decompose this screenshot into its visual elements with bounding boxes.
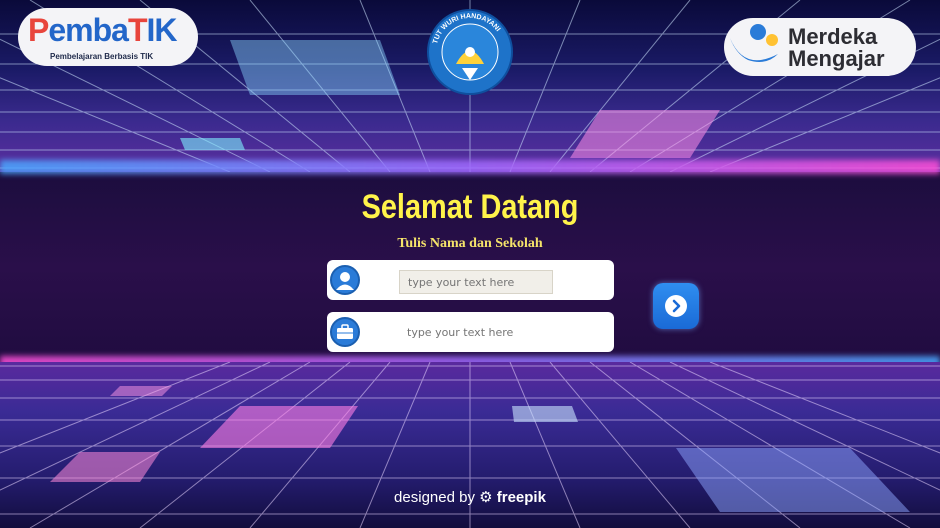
school-input[interactable] (399, 320, 553, 344)
welcome-title: Selamat Datang (361, 188, 579, 226)
merdeka-wordmark: Merdeka Mengajar (788, 24, 885, 71)
school-row (327, 312, 614, 352)
pembatik-wordmark: PembaTIK (28, 12, 177, 48)
welcome-screen: PembaTIK Pembelajaran Berbasis TIK TUT W… (0, 0, 940, 528)
name-row (327, 260, 614, 300)
chevron-right-icon (665, 295, 687, 317)
pembatik-logo: PembaTIK Pembelajaran Berbasis TIK (18, 8, 198, 66)
neon-glow-top (0, 160, 940, 174)
pembatik-subtitle: Pembelajaran Berbasis TIK (50, 52, 154, 61)
freepik-icon: ⚙ (479, 489, 493, 506)
briefcase-icon (330, 317, 360, 347)
merdeka-mengajar-logo: Merdeka Mengajar (724, 18, 916, 76)
name-input[interactable] (399, 270, 553, 294)
tut-wuri-handayani-emblem: TUT WURI HANDAYANI (426, 8, 514, 96)
user-icon (330, 265, 360, 295)
welcome-subtitle: Tulis Nama dan Sekolah (397, 236, 543, 251)
freepik-credit: designed by ⚙ freepik (394, 489, 546, 506)
next-button[interactable] (653, 283, 699, 329)
